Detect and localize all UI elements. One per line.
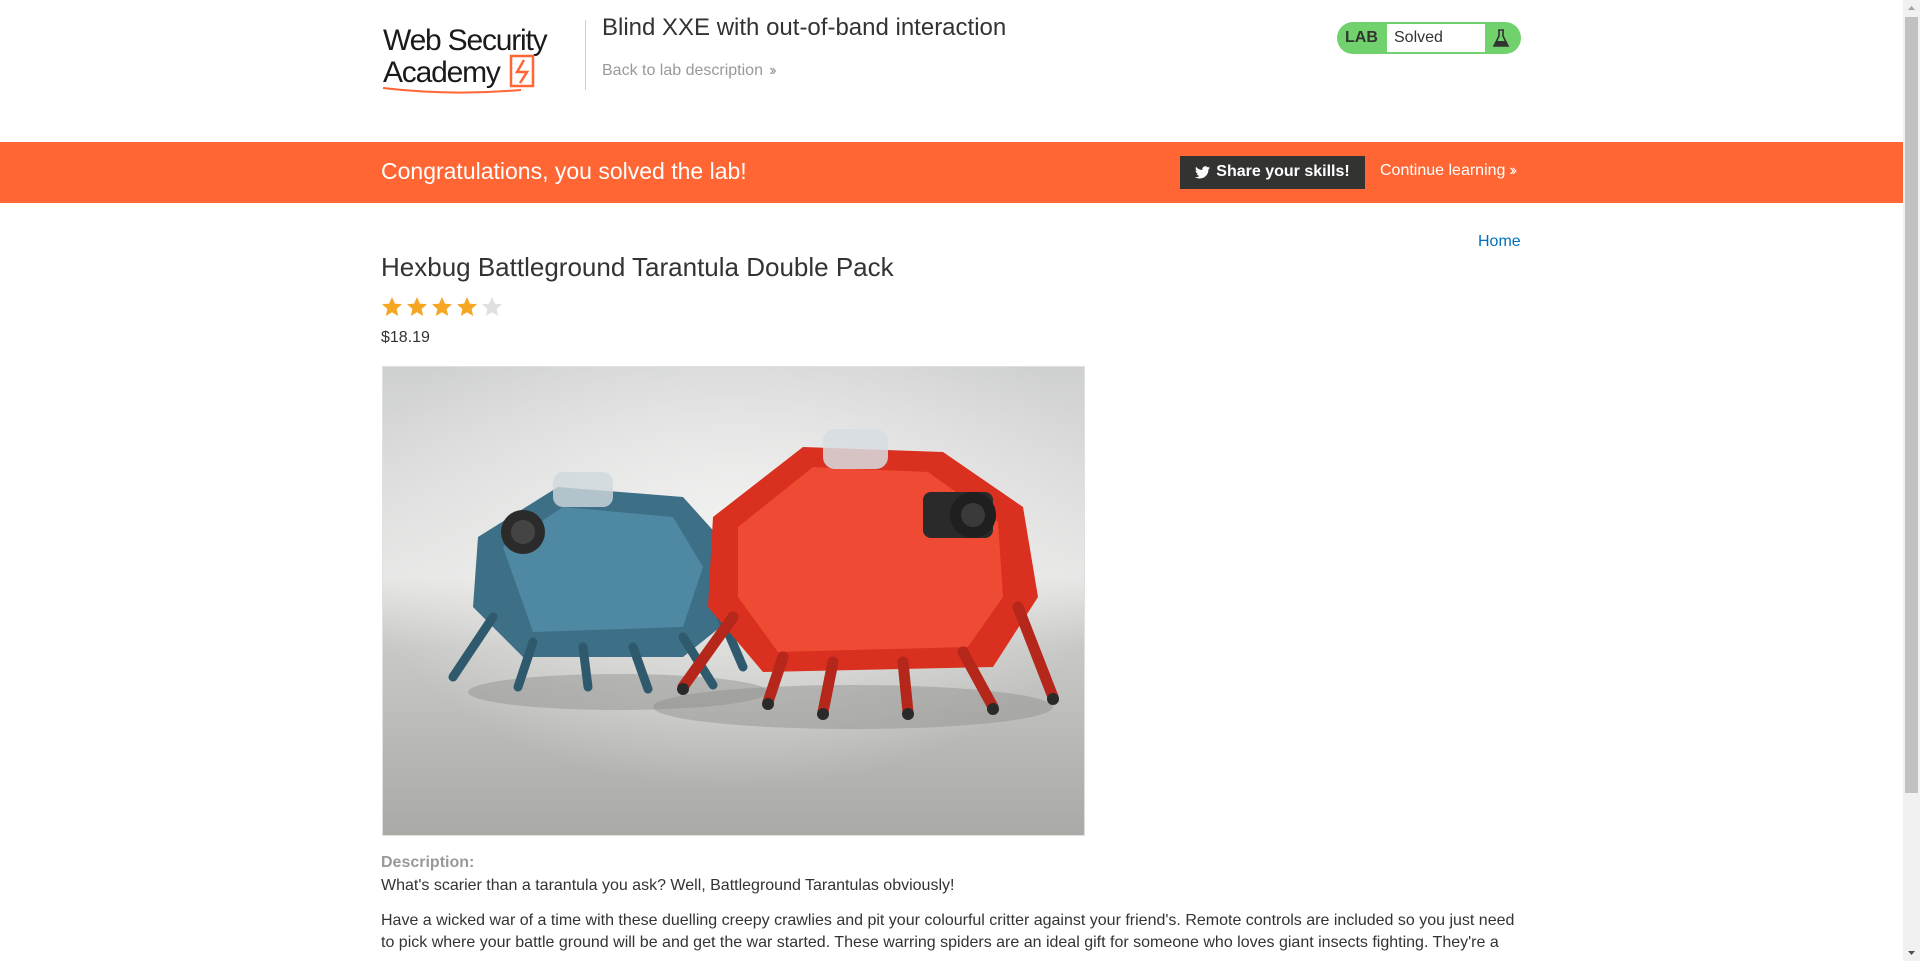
- svg-text:Web Security: Web Security: [383, 24, 548, 57]
- description-intro: What's scarier than a tarantula you ask?…: [381, 877, 955, 894]
- share-your-skills-button[interactable]: Share your skills!: [1180, 156, 1365, 189]
- back-link-label: Back to lab description: [602, 62, 763, 79]
- star-icon: [457, 297, 477, 316]
- star-icon: [407, 297, 427, 316]
- share-button-label: Share your skills!: [1216, 163, 1350, 181]
- star-icon: [432, 297, 452, 316]
- scrollbar-thumb[interactable]: [1905, 17, 1918, 793]
- product-title: Hexbug Battleground Tarantula Double Pac…: [381, 252, 894, 282]
- lab-status-box: Solved: [1387, 24, 1485, 52]
- product-image: [382, 366, 1085, 836]
- lab-title: Blind XXE with out-of-band interaction: [602, 14, 1007, 41]
- scroll-up-arrow-icon[interactable]: [1903, 0, 1920, 17]
- scroll-down-arrow-icon[interactable]: [1903, 944, 1920, 961]
- double-chevron-right-icon: ››: [768, 62, 776, 79]
- lab-status-widget: LAB Solved: [1337, 22, 1521, 54]
- back-to-lab-description-link[interactable]: Back to lab description ››: [602, 62, 776, 80]
- lab-badge-label: LAB: [1345, 29, 1378, 46]
- lab-status-text: Solved: [1394, 29, 1443, 46]
- logo-divider: [585, 20, 586, 90]
- description-body: Have a wicked war of a time with these d…: [381, 912, 1515, 951]
- product-price: $18.19: [381, 329, 430, 346]
- page: Web Security Academy Blind XXE with out-…: [0, 0, 1903, 961]
- description-label: Description:: [381, 854, 475, 871]
- double-chevron-right-icon: ››: [1509, 162, 1516, 179]
- home-link[interactable]: Home: [1478, 233, 1521, 251]
- star-icon: [482, 297, 502, 316]
- banner-message: Congratulations, you solved the lab!: [381, 158, 747, 184]
- continue-learning-label: Continue learning: [1380, 162, 1506, 179]
- web-security-academy-logo[interactable]: Web Security Academy: [381, 16, 551, 96]
- vertical-scrollbar[interactable]: [1903, 0, 1920, 961]
- svg-text:Academy: Academy: [383, 56, 501, 89]
- star-icon: [382, 297, 402, 316]
- product-photo: [383, 367, 1084, 835]
- solved-notification-banner: Congratulations, you solved the lab! Sha…: [0, 142, 1903, 203]
- continue-learning-link[interactable]: Continue learning ››: [1380, 162, 1517, 180]
- header: Web Security Academy Blind XXE with out-…: [0, 0, 1903, 142]
- flask-icon: [1492, 29, 1510, 47]
- twitter-icon: [1195, 166, 1211, 179]
